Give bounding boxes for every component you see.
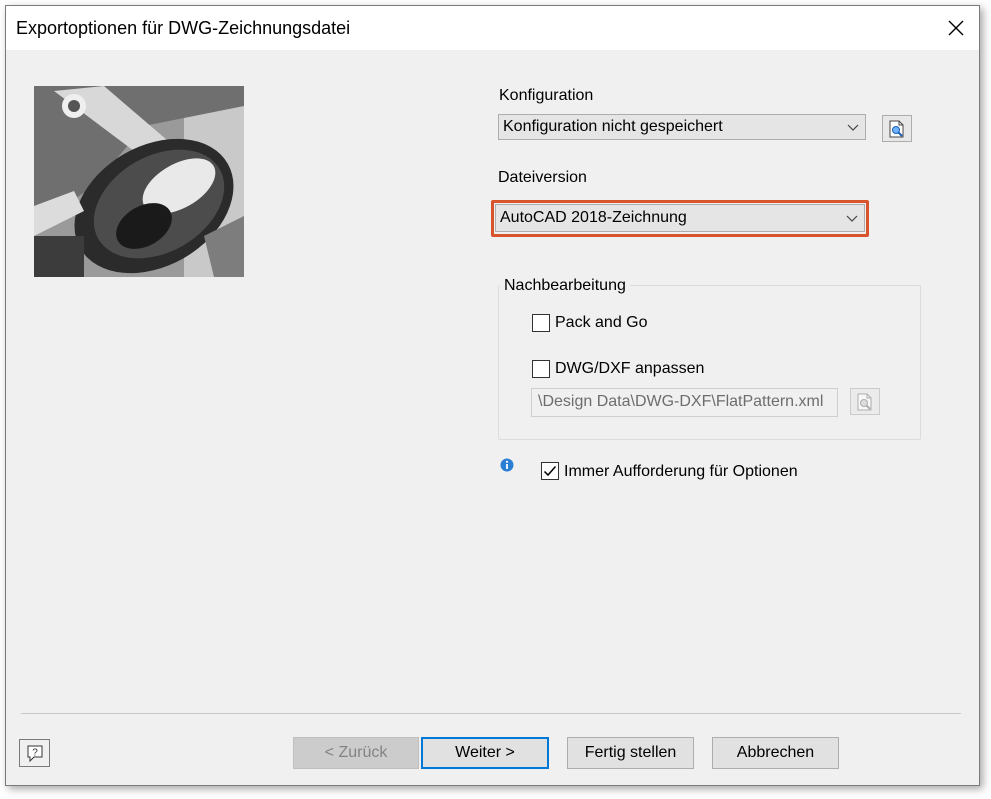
postprocessing-title: Nachbearbeitung <box>500 277 630 295</box>
load-configuration-button[interactable] <box>882 115 912 142</box>
configuration-value: Konfiguration nicht gespeichert <box>503 118 723 135</box>
browse-customization-file-button[interactable] <box>850 388 880 415</box>
help-icon: ? <box>27 745 42 763</box>
browse-file-icon <box>857 393 872 410</box>
cancel-button[interactable]: Abbrechen <box>712 737 839 769</box>
customize-dwg-dxf-checkbox[interactable] <box>532 360 550 378</box>
dialog-title: Exportoptionen für DWG-Zeichnungsdatei <box>16 18 351 38</box>
footer-separator <box>21 713 961 714</box>
help-button[interactable]: ? <box>19 739 50 767</box>
chevron-down-icon <box>847 124 859 131</box>
checkmark-icon <box>543 466 557 477</box>
info-icon <box>500 458 514 472</box>
preview-image <box>34 86 244 277</box>
svg-text:?: ? <box>32 748 38 759</box>
always-prompt-label: Immer Aufforderung für Optionen <box>564 463 798 480</box>
customization-file-path-field: \Design Data\DWG-DXF\FlatPattern.xml <box>531 388 838 417</box>
always-prompt-checkbox[interactable] <box>541 462 559 480</box>
configuration-dropdown[interactable]: Konfiguration nicht gespeichert <box>498 114 866 140</box>
close-button[interactable] <box>933 6 979 50</box>
pack-and-go-checkbox[interactable] <box>532 314 550 332</box>
file-version-highlight <box>491 200 869 237</box>
back-button[interactable]: < Zurück <box>293 737 419 769</box>
browse-file-icon <box>889 120 904 137</box>
title-bar: Exportoptionen für DWG-Zeichnungsdatei <box>6 6 979 50</box>
export-options-dialog: Exportoptionen für DWG-Zeichnungsdatei K… <box>5 5 980 786</box>
customization-file-path: \Design Data\DWG-DXF\FlatPattern.xml <box>538 393 824 410</box>
close-icon <box>948 20 964 36</box>
file-version-label: Dateiversion <box>498 169 587 186</box>
next-button[interactable]: Weiter > <box>421 737 549 769</box>
customize-dwg-dxf-label: DWG/DXF anpassen <box>555 360 705 377</box>
finish-button[interactable]: Fertig stellen <box>567 737 694 769</box>
configuration-label: Konfiguration <box>499 87 594 104</box>
pack-and-go-label: Pack and Go <box>555 314 648 331</box>
